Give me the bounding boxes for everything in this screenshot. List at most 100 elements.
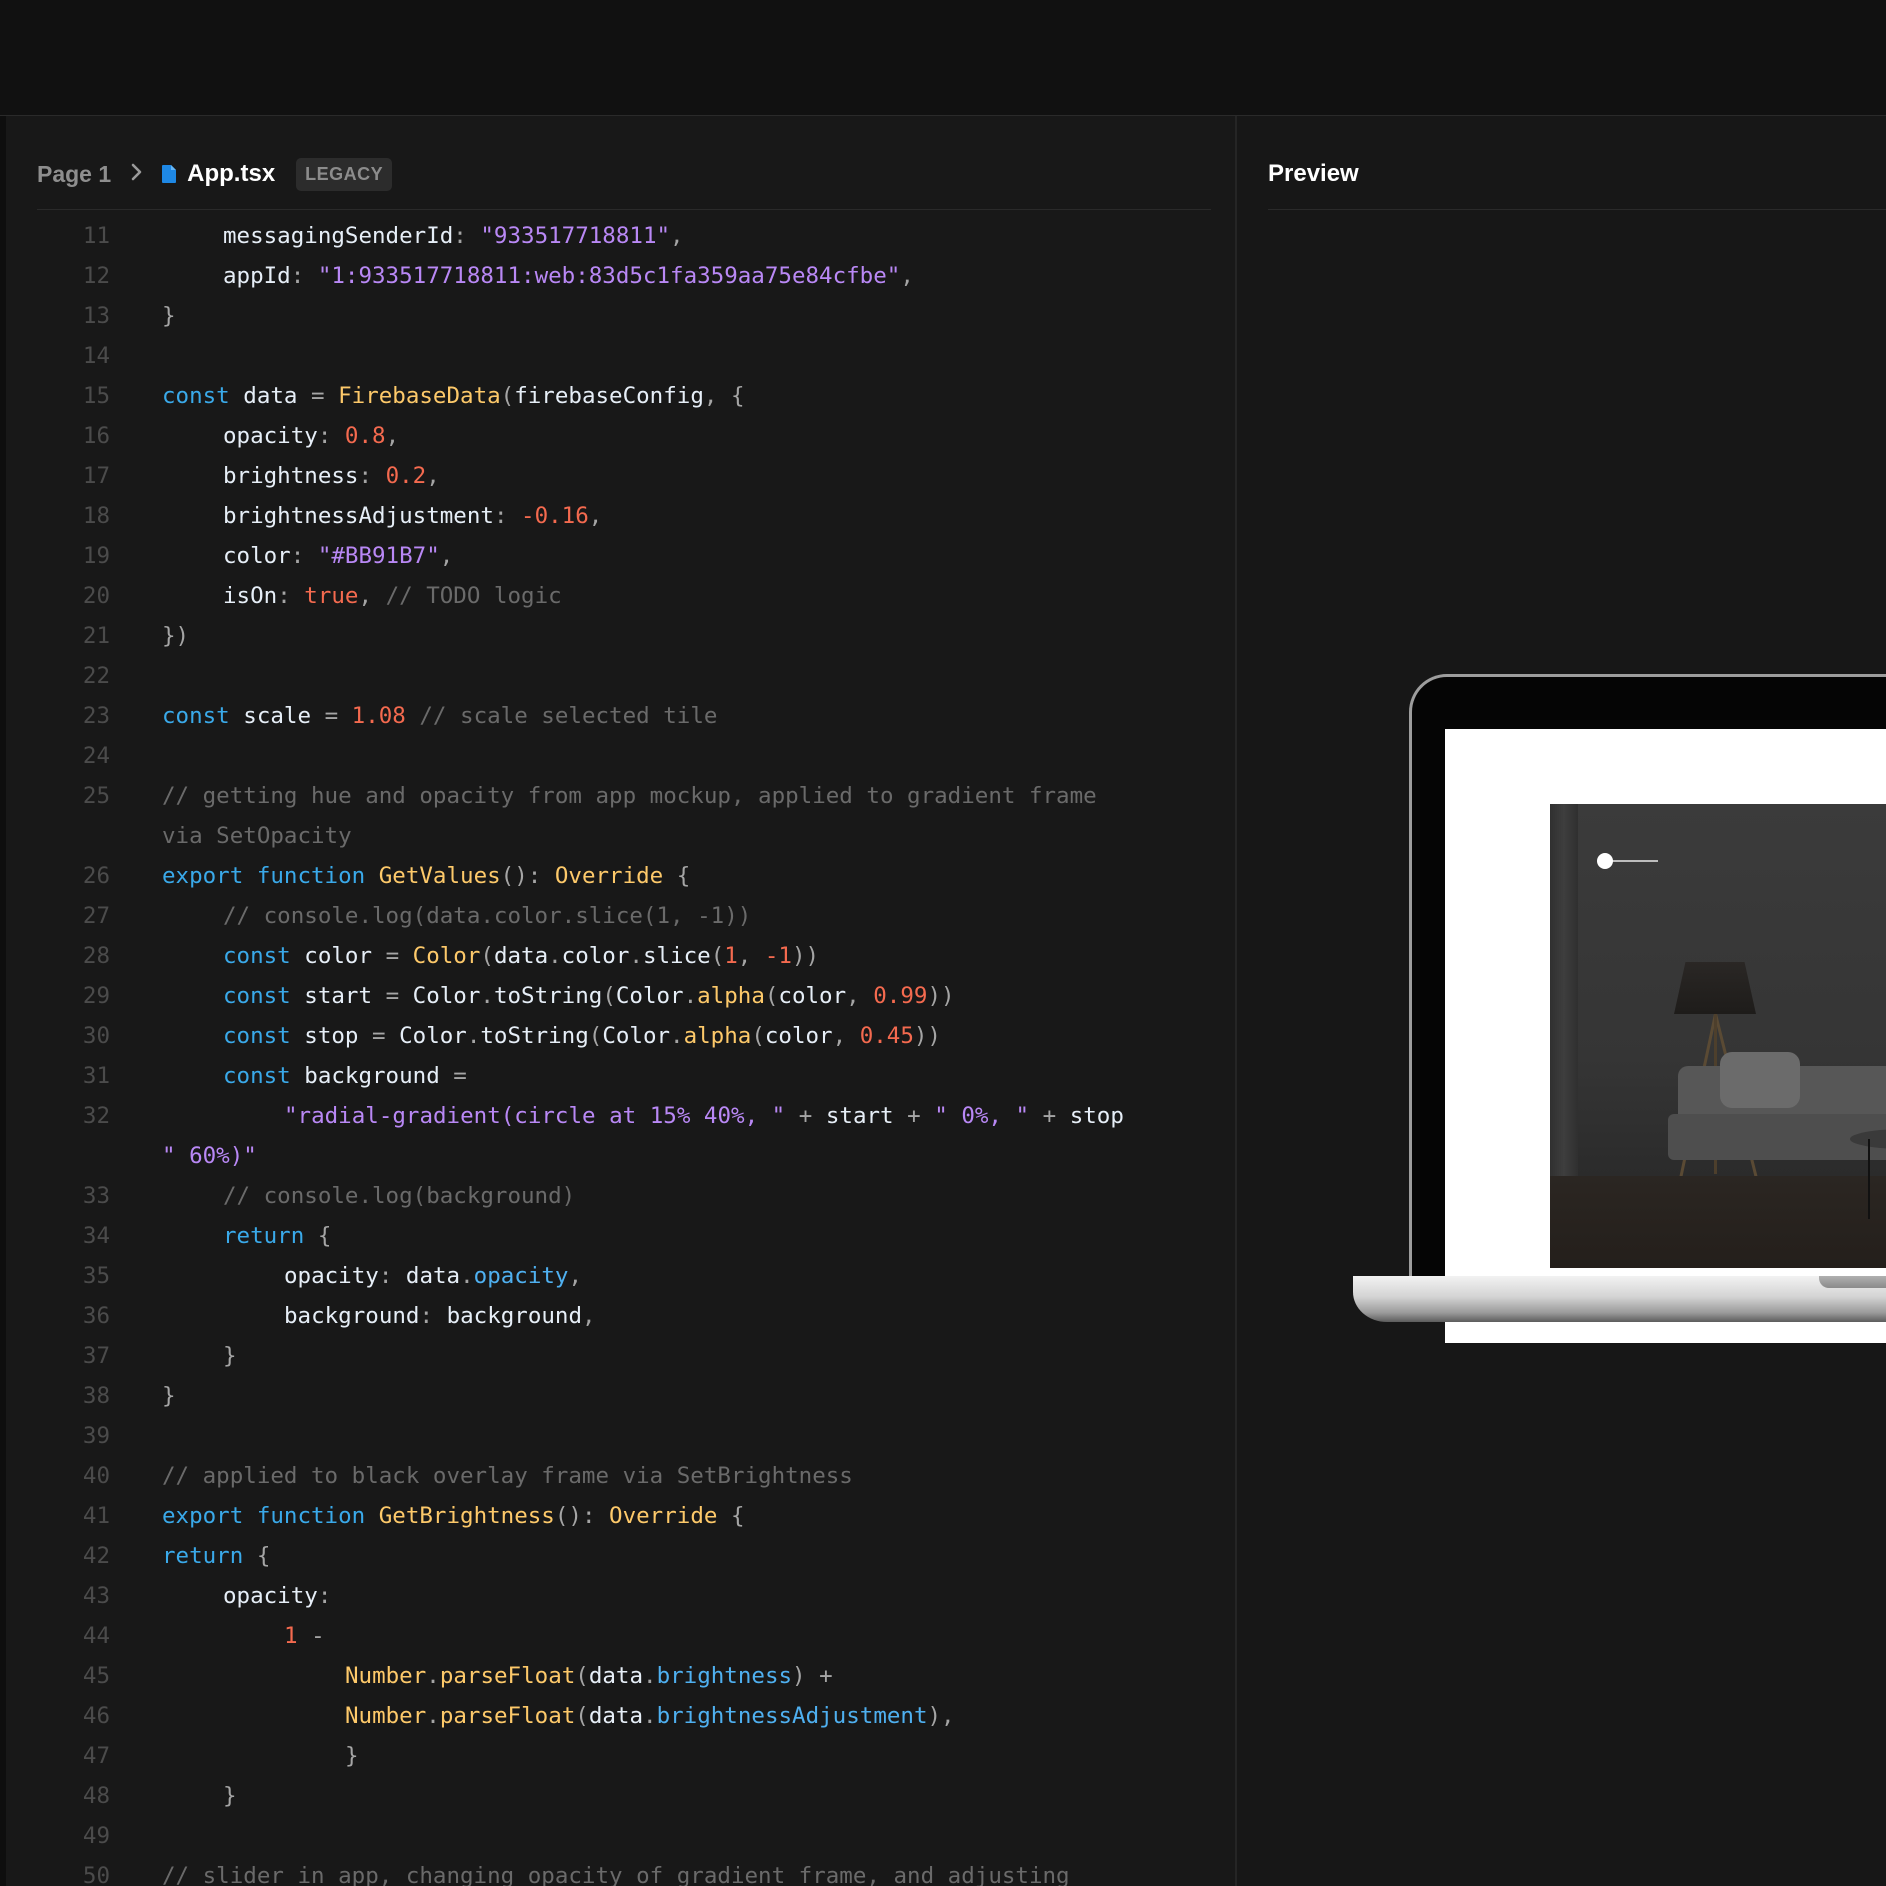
code-token: ))	[791, 943, 820, 969]
code-token: ,	[588, 503, 603, 529]
code-line[interactable]: opacity:	[223, 1576, 331, 1616]
code-token: :	[277, 583, 305, 609]
code-token: -1	[764, 943, 792, 969]
code-line[interactable]: const stop = Color.toString(Color.alpha(…	[223, 1016, 941, 1056]
code-token: (	[575, 1703, 589, 1729]
code-line[interactable]: // console.log(background)	[223, 1176, 575, 1216]
line-number: 13	[82, 303, 110, 329]
line-number: 40	[82, 1463, 110, 1489]
line-number: 41	[82, 1503, 110, 1529]
preview-header-divider	[1268, 209, 1886, 210]
code-token: 0.2	[385, 463, 427, 489]
code-line[interactable]: Number.parseFloat(data.brightness) +	[345, 1656, 833, 1696]
code-editor-panel: Page 1 App.tsx LEGACY 11 messagingSenderI…	[6, 116, 1235, 1886]
code-token: }	[223, 1783, 237, 1809]
code-line[interactable]: // console.log(data.color.slice(1, -1))	[223, 896, 751, 936]
code-token: 1	[724, 943, 738, 969]
code-token: "1:933517718811:web:83d5c1fa359aa75e84cf…	[317, 263, 901, 289]
code-token: // applied to black overlay frame via Se…	[162, 1463, 853, 1489]
code-token: background	[290, 1063, 454, 1089]
code-line[interactable]: const color = Color(data.color.slice(1, …	[223, 936, 819, 976]
code-token: :	[453, 223, 481, 249]
code-line[interactable]: 1 -	[284, 1616, 325, 1656]
code-token: "#BB91B7"	[317, 543, 440, 569]
line-number: 26	[82, 863, 110, 889]
code-line[interactable]: }	[345, 1736, 359, 1776]
line-number: 19	[82, 543, 110, 569]
code-line[interactable]: // applied to black overlay frame via Se…	[162, 1456, 853, 1496]
line-number	[36, 1136, 110, 1176]
code-line[interactable]: messagingSenderId: "933517718811",	[223, 216, 684, 256]
code-line[interactable]: }	[162, 296, 176, 336]
code-token: GetBrightness	[378, 1503, 555, 1529]
code-token: ,	[439, 543, 454, 569]
code-token: .	[670, 1023, 684, 1049]
code-line[interactable]: opacity: data.opacity,	[284, 1256, 582, 1296]
code-line[interactable]: "radial-gradient(circle at 15% 40%, " + …	[284, 1096, 1124, 1136]
code-token: brightnessAdjustment	[656, 1703, 928, 1729]
code-token: ))	[927, 983, 955, 1009]
code-line[interactable]: export function GetBrightness(): Overrid…	[162, 1496, 745, 1536]
code-line[interactable]: }	[223, 1776, 237, 1816]
line-number: 46	[82, 1703, 110, 1729]
breadcrumb-page[interactable]: Page 1	[37, 161, 111, 188]
code-token: firebaseConfig	[514, 383, 704, 409]
code-token: // scale selected tile	[405, 703, 718, 729]
code-token: ),	[927, 1703, 955, 1729]
line-number: 20	[82, 583, 110, 609]
code-line[interactable]: return {	[223, 1216, 331, 1256]
line-number: 14	[82, 343, 110, 369]
code-token: =	[453, 1063, 467, 1089]
code-token: ,	[568, 1263, 583, 1289]
code-line[interactable]: const start = Color.toString(Color.alpha…	[223, 976, 955, 1016]
code-line[interactable]: }	[162, 1376, 176, 1416]
code-token: .	[426, 1703, 440, 1729]
code-line[interactable]: const data = FirebaseData(firebaseConfig…	[162, 376, 745, 416]
code-token: brightness	[656, 1663, 793, 1689]
code-token: // TODO logic	[385, 583, 562, 609]
breadcrumb: Page 1 App.tsx LEGACY	[37, 150, 393, 198]
code-token: .	[643, 1663, 657, 1689]
code-token: (	[575, 1663, 589, 1689]
code-line[interactable]: background: background,	[284, 1296, 596, 1336]
line-number: 23	[82, 703, 110, 729]
line-number: 18	[82, 503, 110, 529]
code-line[interactable]: Number.parseFloat(data.brightnessAdjustm…	[345, 1696, 955, 1736]
code-line[interactable]: return {	[162, 1536, 270, 1576]
code-token: (	[710, 943, 725, 969]
code-line[interactable]: })	[162, 616, 189, 656]
code-line[interactable]: " 60%)"	[162, 1136, 257, 1176]
code-line[interactable]: color: "#BB91B7",	[223, 536, 453, 576]
code-line[interactable]: const scale = 1.08 // scale selected til…	[162, 696, 717, 736]
code-line[interactable]: export function GetValues(): Override {	[162, 856, 690, 896]
code-token: ) +	[792, 1663, 833, 1689]
code-token: .	[548, 943, 562, 969]
code-token: slice	[642, 943, 711, 969]
code-line[interactable]: brightness: 0.2,	[223, 456, 440, 496]
code-line[interactable]: const background =	[223, 1056, 467, 1096]
code-token: alpha	[697, 983, 765, 1009]
code-line[interactable]: // slider in app, changing opacity of gr…	[162, 1856, 1070, 1886]
room-photo	[1550, 804, 1886, 1268]
code-line[interactable]: brightnessAdjustment: -0.16,	[223, 496, 602, 536]
line-number: 17	[82, 463, 110, 489]
code-token: Color	[615, 983, 684, 1009]
code-token: -0.16	[521, 503, 589, 529]
code-line[interactable]: }	[223, 1336, 237, 1376]
code-line[interactable]: isOn: true, // TODO logic	[223, 576, 562, 616]
code-token: ,	[426, 463, 440, 489]
code-token: Override	[554, 863, 664, 889]
preview-panel: Preview	[1237, 116, 1886, 1886]
code-token: const	[223, 943, 291, 969]
code-token: data	[493, 943, 549, 969]
code-token: "933517718811"	[480, 223, 671, 249]
code-line[interactable]: opacity: 0.8,	[223, 416, 399, 456]
code-token: }	[345, 1743, 359, 1769]
code-line[interactable]: // getting hue and opacity from app mock…	[162, 776, 1097, 816]
code-line[interactable]: via SetOpacity	[162, 816, 352, 856]
code-token: isOn	[223, 583, 278, 609]
brightness-slider-knob[interactable]	[1597, 853, 1613, 869]
code-token: const	[223, 1023, 291, 1049]
breadcrumb-file[interactable]: App.tsx	[187, 160, 275, 188]
code-line[interactable]: appId: "1:933517718811:web:83d5c1fa359aa…	[223, 256, 914, 296]
